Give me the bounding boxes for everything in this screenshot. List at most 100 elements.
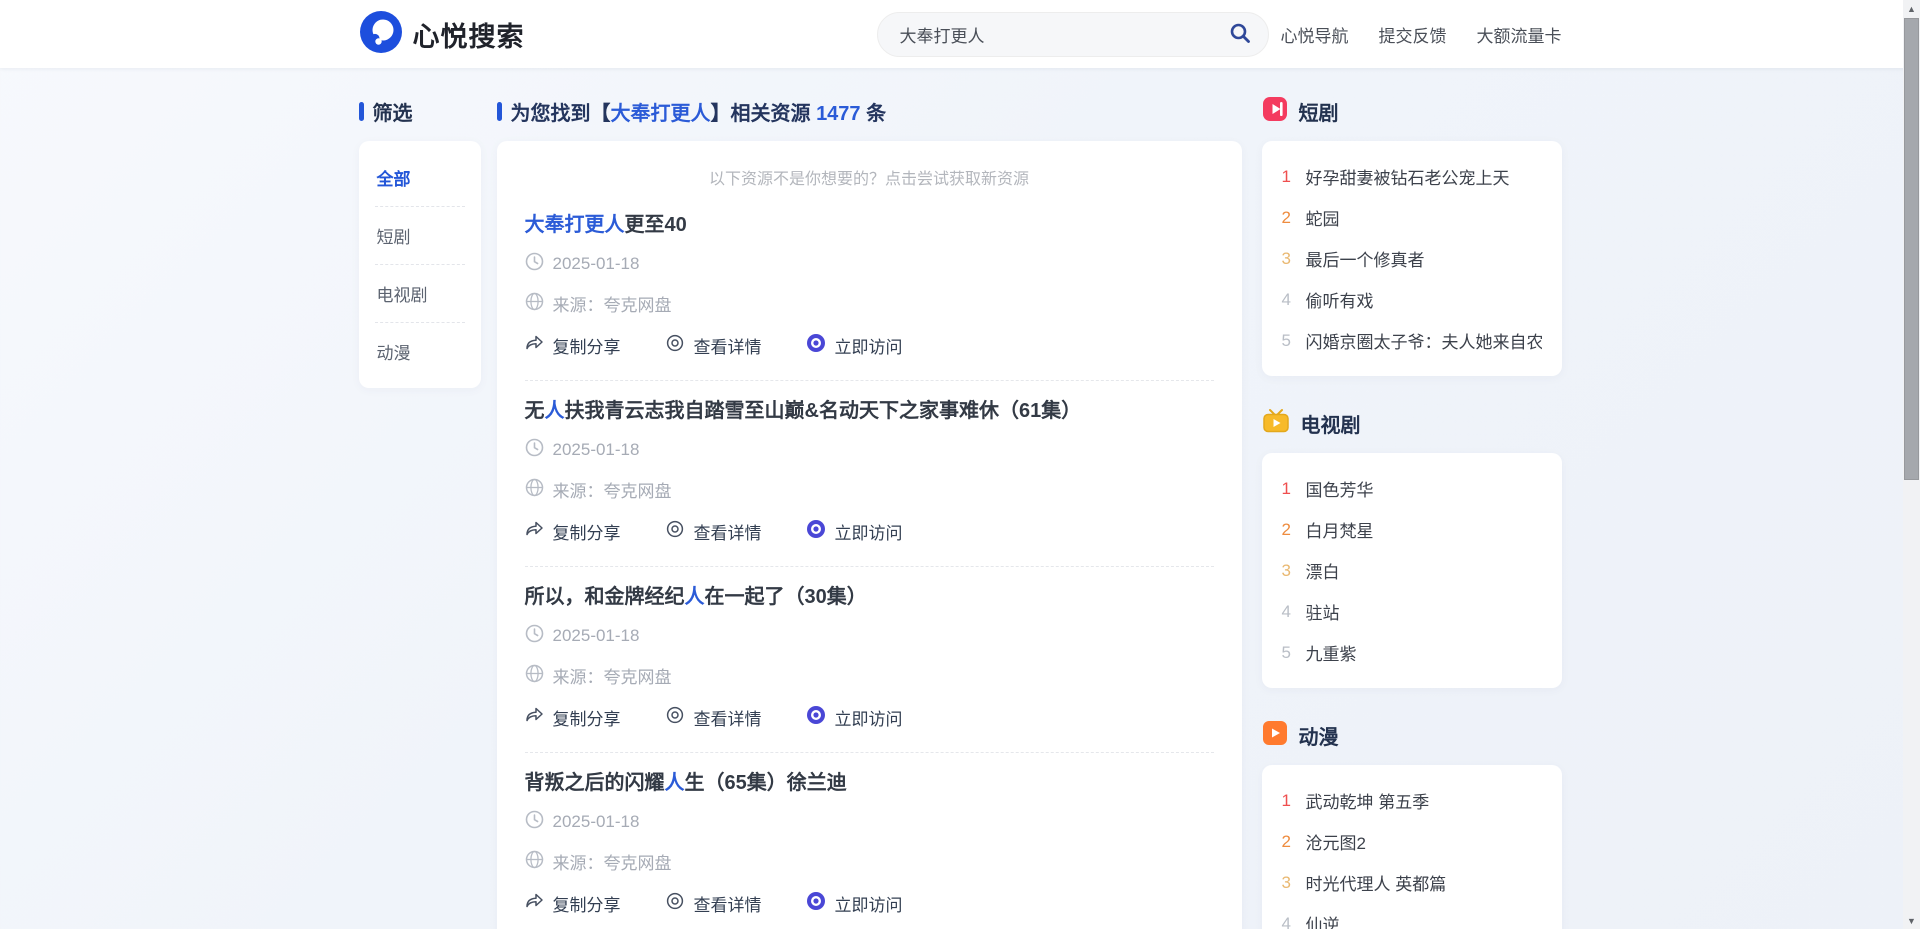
search-icon	[1228, 21, 1252, 48]
result-item: 背叛之后的闪耀人生（65集）徐兰迪 2025-01-18 来源：夸克网盘 复制分享 查看…	[525, 753, 1214, 929]
globe-icon	[525, 478, 544, 502]
result-source: 来源：夸克网盘	[552, 854, 672, 873]
globe-icon	[525, 292, 544, 316]
rank-item-title: 蛇园	[1305, 210, 1340, 229]
result-source: 来源：夸克网盘	[552, 668, 672, 687]
visit-now-button[interactable]: 立即访问	[806, 705, 903, 730]
visit-now-button[interactable]: 立即访问	[806, 333, 903, 358]
visit-icon	[806, 891, 826, 916]
result-title[interactable]: 无人扶我青云志我自踏雪至山巅&名动天下之家事难休（61集）	[525, 399, 1214, 423]
rank-number: 1	[1281, 478, 1291, 498]
copy-share-button[interactable]: 复制分享	[525, 891, 621, 916]
rankings-column: 短剧 1 好孕甜妻被钻石老公宠上天 2 蛇园 3 最后一个修真者 4 偷听有戏 5 闪婚京圈太子爷：…	[1261, 96, 1562, 929]
filter-sidebar: 筛选 全部 短剧 电视剧 动漫	[358, 98, 481, 929]
clock-icon	[525, 810, 544, 834]
result-title[interactable]: 背叛之后的闪耀人生（65集）徐兰迪	[525, 771, 1214, 795]
nav-link-feedback[interactable]: 提交反馈	[1379, 22, 1447, 47]
share-icon	[525, 334, 544, 357]
rank-item[interactable]: 5 闪婚京圈太子爷：夫人她来自农村	[1282, 320, 1542, 361]
share-icon	[525, 892, 544, 915]
rank-item[interactable]: 2 蛇园	[1282, 197, 1542, 238]
rank-item[interactable]: 3 漂白	[1282, 550, 1542, 591]
section-bar	[496, 101, 502, 121]
search-box	[876, 11, 1269, 57]
search-input[interactable]	[899, 24, 1228, 44]
rank-item[interactable]: 2 白月梵星	[1282, 509, 1542, 550]
rank-item-title: 偷听有戏	[1305, 292, 1374, 311]
rank-number: 3	[1281, 872, 1291, 892]
nav-link-navigation[interactable]: 心悦导航	[1281, 22, 1349, 47]
share-icon	[525, 706, 544, 729]
view-detail-button[interactable]: 查看详情	[665, 891, 762, 916]
result-item: 所以，和金牌经纪人在一起了（30集） 2025-01-18 来源：夸克网盘复制分享 查…	[524, 567, 1214, 753]
rank-item[interactable]: 4 仙逆	[1282, 903, 1542, 929]
filter-item-1[interactable]: 短剧	[374, 207, 465, 265]
rank-section-title: 动漫	[1298, 726, 1339, 749]
logo-text: 心悦搜索	[412, 21, 525, 52]
rank-section-电视剧: 电视剧 1 国色芳华 2 白月梵星 3 漂白 4 驻站 5 九重紫	[1261, 408, 1562, 688]
eye-icon	[665, 333, 685, 358]
rank-section-短剧: 短剧 1 好孕甜妻被钻石老公宠上天 2 蛇园 3 最后一个修真者 4 偷听有戏 5 闪婚京圈太子爷：…	[1261, 96, 1562, 376]
rank-item[interactable]: 1 武动乾坤 第五季	[1282, 780, 1542, 821]
search-button[interactable]	[1228, 21, 1252, 48]
rank-item-title: 闪婚京圈太子爷：夫人她来自农村	[1305, 333, 1542, 352]
view-detail-button[interactable]: 查看详情	[665, 519, 762, 544]
result-title[interactable]: 所以，和金牌经纪人在一起了（30集）	[525, 585, 1214, 609]
rank-item-title: 仙逆	[1305, 916, 1340, 929]
scrollbar-up-arrow[interactable]: ▲	[1903, 0, 1920, 17]
rank-item-title: 沧元图2	[1305, 834, 1366, 853]
clock-icon	[525, 252, 544, 276]
scrollbar-thumb[interactable]	[1904, 18, 1919, 480]
rank-item-title: 好孕甜妻被钻石老公宠上天	[1305, 169, 1510, 188]
refresh-notice[interactable]: 以下资源不是你想要的？点击尝试获取新资源	[525, 163, 1214, 195]
rank-item[interactable]: 3 时光代理人 英都篇	[1282, 862, 1542, 903]
rank-number: 1	[1281, 166, 1291, 186]
rank-item[interactable]: 4 驻站	[1282, 591, 1542, 632]
result-actions: 复制分享 查看详情 立即访问	[525, 891, 1214, 916]
rank-item-title: 最后一个修真者	[1305, 251, 1425, 270]
view-detail-button[interactable]: 查看详情	[665, 333, 762, 358]
filter-title: 筛选	[372, 102, 413, 125]
rank-section-title: 电视剧	[1300, 414, 1361, 437]
rank-item-title: 时光代理人 英都篇	[1305, 875, 1447, 894]
copy-share-button[interactable]: 复制分享	[525, 705, 621, 730]
short-drama-icon	[1262, 96, 1288, 127]
logo[interactable]: 心悦搜索	[359, 10, 525, 59]
rank-item[interactable]: 1 国色芳华	[1282, 468, 1542, 509]
result-source: 来源：夸克网盘	[552, 482, 672, 501]
view-detail-button[interactable]: 查看详情	[665, 705, 762, 730]
rank-item[interactable]: 2 沧元图2	[1282, 821, 1542, 862]
scrollbar-down-arrow[interactable]: ▼	[1903, 912, 1920, 929]
rank-item[interactable]: 5 九重紫	[1282, 632, 1542, 673]
rank-item[interactable]: 1 好孕甜妻被钻石老公宠上天	[1282, 156, 1542, 197]
result-title[interactable]: 大奉打更人更至40	[525, 213, 1214, 237]
anime-icon	[1262, 720, 1288, 751]
visit-now-button[interactable]: 立即访问	[806, 891, 903, 916]
results-heading: 为您找到【大奉打更人】相关资源 1477 条	[510, 102, 887, 125]
result-actions: 复制分享 查看详情 立即访问	[525, 705, 1214, 730]
copy-share-button[interactable]: 复制分享	[525, 519, 621, 544]
rank-number: 4	[1281, 289, 1291, 309]
globe-icon	[525, 850, 544, 874]
rank-item[interactable]: 4 偷听有戏	[1282, 279, 1542, 320]
logo-icon	[359, 10, 403, 59]
result-date: 2025-01-18	[552, 626, 640, 645]
rank-number: 4	[1281, 913, 1291, 929]
results-column: 为您找到【大奉打更人】相关资源 1477 条 以下资源不是你想要的？点击尝试获取…	[496, 98, 1242, 929]
filter-item-2[interactable]: 电视剧	[374, 265, 465, 323]
section-bar	[358, 101, 364, 121]
rank-item[interactable]: 3 最后一个修真者	[1282, 238, 1542, 279]
nav-link-data-card[interactable]: 大额流量卡	[1477, 22, 1562, 47]
heading-count: 1477	[816, 102, 861, 125]
visit-icon	[806, 705, 826, 730]
copy-share-button[interactable]: 复制分享	[525, 333, 621, 358]
rank-item-title: 国色芳华	[1305, 481, 1374, 500]
eye-icon	[665, 891, 685, 916]
top-nav: 心悦导航 提交反馈 大额流量卡	[1281, 22, 1562, 47]
rank-number: 3	[1281, 248, 1291, 268]
visit-now-button[interactable]: 立即访问	[806, 519, 903, 544]
filter-item-0[interactable]: 全部	[374, 149, 465, 207]
filter-item-3[interactable]: 动漫	[375, 323, 465, 380]
scrollbar[interactable]: ▲ ▼	[1903, 0, 1920, 929]
result-date: 2025-01-18	[552, 440, 640, 459]
